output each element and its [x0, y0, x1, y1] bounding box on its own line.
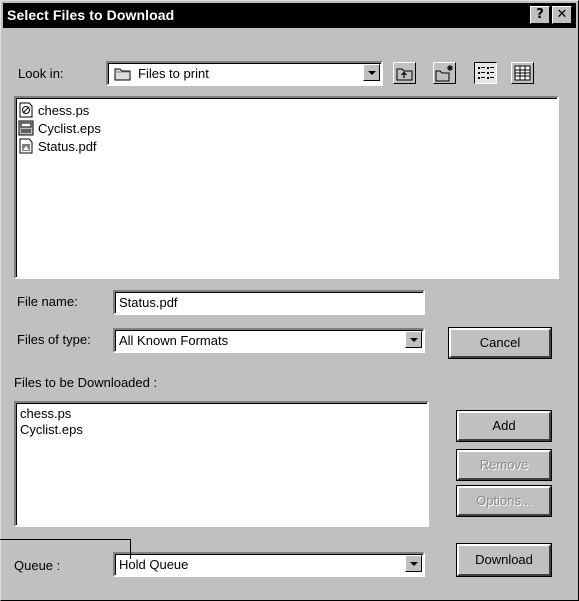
options-button[interactable]: Options...: [456, 485, 552, 517]
look-in-label: Look in:: [18, 66, 64, 81]
files-of-type-dropdown-arrow[interactable]: [405, 331, 422, 348]
create-new-folder-button[interactable]: [433, 62, 456, 84]
files-of-type-value: All Known Formats: [119, 333, 229, 348]
up-folder-icon: [396, 68, 413, 81]
folder-icon: [114, 66, 132, 84]
file-browser-list[interactable]: chess.ps Cyclist.eps Status.pdf: [14, 96, 559, 279]
files-of-type-select[interactable]: All Known Formats: [113, 328, 425, 353]
look-in-value: Files to print: [138, 66, 209, 81]
file-name-text: chess.ps: [38, 102, 90, 118]
file-name-label: File name:: [17, 294, 78, 309]
look-in-dropdown-arrow[interactable]: [363, 64, 380, 81]
details-view-button[interactable]: [511, 62, 534, 84]
cancel-button[interactable]: Cancel: [448, 327, 552, 359]
file-item[interactable]: chess.ps: [18, 101, 89, 119]
file-name-text: Status.pdf: [38, 138, 97, 154]
callout-line: [0, 539, 131, 540]
files-to-download-label: Files to be Downloaded :: [14, 375, 158, 390]
select-files-dialog: Select Files to Download ? ✕ Look in: Fi…: [0, 0, 579, 601]
up-one-level-button[interactable]: [393, 62, 416, 84]
look-in-combo[interactable]: Files to print: [106, 61, 383, 86]
list-view-icon: [478, 67, 494, 79]
queue-label: Queue :: [14, 558, 61, 573]
list-item[interactable]: chess.ps: [20, 406, 71, 421]
dialog-title: Select Files to Download: [7, 7, 175, 23]
close-button[interactable]: ✕: [552, 6, 572, 24]
file-item[interactable]: Status.pdf: [18, 137, 97, 155]
eps-file-icon: [18, 120, 34, 136]
new-folder-icon: [435, 65, 453, 82]
queue-dropdown-arrow[interactable]: [405, 555, 422, 572]
queue-value: Hold Queue: [119, 557, 189, 572]
add-button[interactable]: Add: [456, 410, 552, 442]
download-list[interactable]: chess.ps Cyclist.eps: [14, 401, 429, 527]
callout-line: [130, 539, 131, 559]
file-item[interactable]: Cyclist.eps: [18, 119, 101, 137]
remove-button[interactable]: Remove: [456, 449, 552, 481]
title-bar[interactable]: Select Files to Download ? ✕: [3, 3, 576, 28]
list-view-button[interactable]: [474, 62, 497, 84]
details-view-icon: [514, 65, 531, 81]
queue-select[interactable]: Hold Queue: [113, 552, 425, 577]
postscript-file-icon: [19, 102, 33, 118]
file-name-field[interactable]: Status.pdf: [113, 290, 425, 315]
pdf-file-icon: [19, 138, 33, 154]
file-name-text: Cyclist.eps: [38, 120, 101, 136]
download-button[interactable]: Download: [456, 543, 552, 577]
file-name-value: Status.pdf: [119, 295, 178, 310]
help-button[interactable]: ?: [530, 6, 550, 24]
list-item[interactable]: Cyclist.eps: [20, 422, 83, 437]
files-of-type-label: Files of type:: [17, 332, 91, 347]
